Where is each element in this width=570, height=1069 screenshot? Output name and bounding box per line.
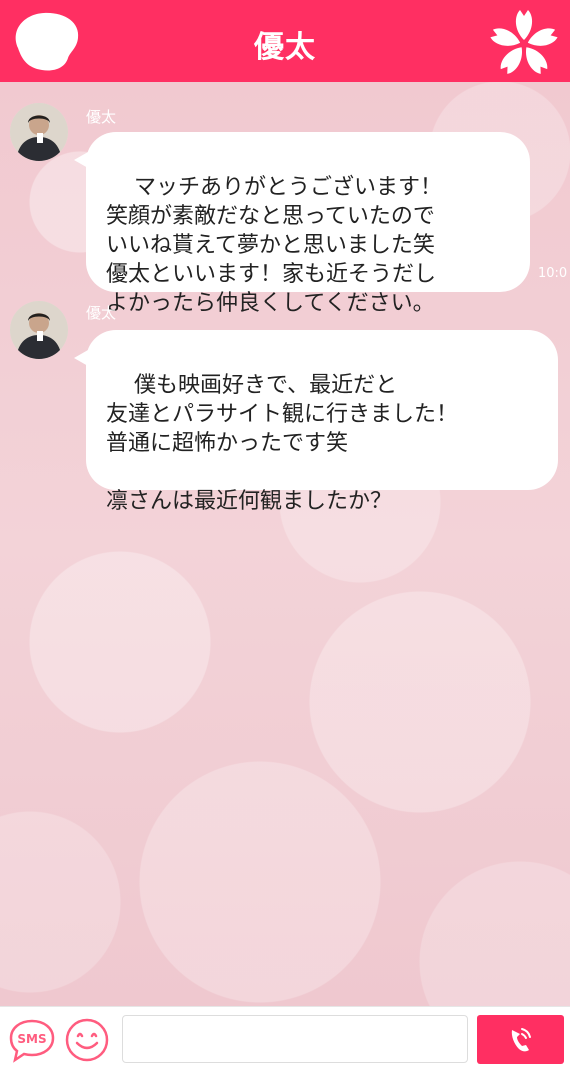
- app-header: 優太: [0, 0, 570, 82]
- avatar-person-icon: [10, 301, 68, 359]
- message-input[interactable]: [122, 1015, 468, 1063]
- sms-button[interactable]: SMS: [8, 1017, 56, 1063]
- message-text: マッチありがとうございます！ 笑顔が素敵だなと思っていたので いいね貰えて夢かと…: [106, 175, 442, 316]
- sakura-flower-icon: [490, 10, 558, 74]
- page-title: 優太: [254, 30, 316, 65]
- call-button[interactable]: [477, 1015, 564, 1064]
- sender-name: 優太: [86, 108, 117, 126]
- avatar-person-icon: [10, 103, 68, 161]
- message-bubble[interactable]: マッチありがとうございます！ 笑顔が素敵だなと思っていたので いいね貰えて夢かと…: [74, 132, 530, 316]
- sms-label: SMS: [17, 1032, 46, 1046]
- sms-bubble-icon: SMS: [9, 1019, 55, 1063]
- message-time: 10:0: [538, 266, 568, 281]
- avatar[interactable]: [10, 103, 68, 161]
- sender-name: 優太: [86, 304, 117, 322]
- input-bar: SMS: [0, 1006, 570, 1069]
- emoji-button[interactable]: [64, 1017, 110, 1063]
- avatar[interactable]: [10, 301, 68, 359]
- sakura-menu-button[interactable]: [488, 6, 560, 78]
- phone-icon: [511, 1028, 531, 1052]
- message-bubble[interactable]: 僕も映画好きで、最近だと 友達とパラサイト観に行きました！ 普通に超怖かったです…: [74, 330, 558, 514]
- smiley-icon: [65, 1018, 109, 1062]
